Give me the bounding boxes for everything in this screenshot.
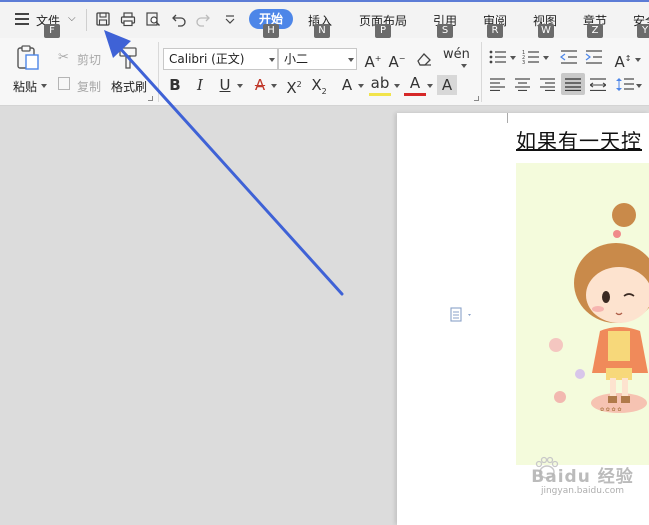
align-right-icon[interactable] bbox=[540, 78, 556, 91]
pinyin-guide-icon[interactable]: wén bbox=[443, 47, 470, 62]
ribbon-separator-2 bbox=[481, 42, 482, 102]
watermark-url: jingyan.baidu.com bbox=[540, 486, 625, 496]
tab-review-key: R bbox=[487, 24, 503, 38]
font-size-select[interactable]: 小二 bbox=[278, 48, 357, 70]
svg-text:✿ ✿ ✿ ✿: ✿ ✿ ✿ ✿ bbox=[600, 407, 622, 413]
clipboard-group-expander[interactable] bbox=[148, 96, 153, 101]
tab-sections-key: Z bbox=[587, 24, 603, 38]
paste-icon[interactable] bbox=[16, 45, 40, 71]
print-icon[interactable] bbox=[120, 11, 136, 27]
margin-corner-mark bbox=[507, 113, 517, 123]
title-accent-line bbox=[0, 0, 649, 2]
paste-options-icon[interactable] bbox=[449, 307, 473, 323]
font-name-select[interactable]: Calibri (正文) bbox=[163, 48, 278, 70]
clear-format-icon[interactable] bbox=[415, 51, 433, 67]
superscript-icon[interactable]: X2 bbox=[283, 74, 305, 97]
strikethrough-dropdown-icon[interactable] bbox=[271, 84, 277, 88]
justify-icon bbox=[565, 78, 581, 91]
paste-dropdown-icon[interactable] bbox=[41, 84, 47, 88]
file-key-badge: F bbox=[44, 24, 60, 38]
hamburger-icon[interactable] bbox=[15, 13, 29, 25]
shrink-font-icon[interactable]: A− bbox=[386, 48, 408, 71]
distributed-align-icon[interactable] bbox=[590, 78, 606, 91]
format-painter-icon[interactable] bbox=[118, 46, 138, 70]
tab-page-layout-key: P bbox=[375, 24, 391, 38]
svg-text:3: 3 bbox=[522, 60, 525, 64]
font-color-dropdown-icon[interactable] bbox=[427, 84, 433, 88]
paste-button[interactable]: 粘贴 bbox=[13, 78, 37, 95]
tab-home-key: H bbox=[263, 24, 279, 38]
undo-icon[interactable] bbox=[171, 11, 187, 27]
underline-icon[interactable]: U bbox=[214, 74, 236, 96]
chevron-down-icon[interactable]: ⌵ bbox=[68, 13, 76, 24]
document-title-text[interactable]: 如果有一天控 bbox=[516, 125, 642, 154]
format-painter-button[interactable]: 格式刷 bbox=[111, 78, 147, 95]
tab-view-key: W bbox=[538, 24, 554, 38]
customize-toolbar-icon[interactable] bbox=[222, 11, 238, 27]
font-size-dropdown-icon[interactable] bbox=[348, 58, 354, 62]
highlight-dropdown-icon[interactable] bbox=[394, 84, 400, 88]
line-spacing-icon[interactable] bbox=[616, 77, 634, 92]
print-preview-icon[interactable] bbox=[145, 11, 161, 27]
align-left-icon[interactable] bbox=[490, 78, 506, 91]
ribbon-separator bbox=[158, 42, 159, 102]
text-effect-icon[interactable]: A bbox=[336, 74, 358, 96]
bullets-icon[interactable] bbox=[489, 50, 507, 64]
text-effect-dropdown-icon[interactable] bbox=[358, 84, 364, 88]
font-color-icon[interactable]: A bbox=[404, 74, 426, 96]
tab-insert-key: N bbox=[314, 24, 330, 38]
font-group-expander[interactable] bbox=[474, 96, 479, 101]
justify-button[interactable] bbox=[561, 73, 585, 95]
strikethrough-icon[interactable]: A bbox=[249, 74, 271, 96]
italic-icon[interactable]: I bbox=[189, 74, 211, 96]
watermark-brand: Baidu 经验 bbox=[531, 467, 634, 487]
tab-security-key: Y bbox=[637, 24, 649, 38]
copy-icon[interactable] bbox=[58, 77, 70, 90]
bold-icon[interactable]: B bbox=[164, 74, 186, 96]
save-icon[interactable] bbox=[95, 11, 111, 27]
char-shading-icon[interactable]: A bbox=[437, 75, 457, 95]
cut-button[interactable]: 剪切 bbox=[77, 51, 101, 68]
scissors-icon[interactable]: ✂ bbox=[58, 50, 69, 65]
align-center-icon[interactable] bbox=[515, 78, 531, 91]
font-name-dropdown-icon[interactable] bbox=[269, 58, 275, 62]
baidu-watermark: Baidu 经验 jingyan.baidu.com bbox=[516, 452, 649, 522]
numbering-icon[interactable]: 1 2 3 bbox=[522, 50, 540, 64]
text-direction-dropdown-icon[interactable] bbox=[635, 58, 641, 62]
text-direction-icon[interactable]: A↕ bbox=[612, 48, 634, 71]
numbering-dropdown-icon[interactable] bbox=[543, 56, 549, 60]
copy-button[interactable]: 复制 bbox=[77, 78, 101, 95]
tab-references-key: S bbox=[437, 24, 453, 38]
highlight-icon[interactable]: ab bbox=[369, 74, 391, 96]
line-spacing-dropdown-icon[interactable] bbox=[636, 84, 642, 88]
ribbon: 粘贴 ✂ 剪切 复制 格式刷 Calibri (正文) 小二 A+ A− wén… bbox=[0, 38, 649, 106]
grow-font-icon[interactable]: A+ bbox=[362, 48, 384, 71]
subscript-icon[interactable]: X2 bbox=[308, 74, 330, 96]
increase-indent-icon[interactable] bbox=[585, 50, 603, 64]
redo-icon[interactable] bbox=[195, 11, 211, 27]
bullets-dropdown-icon[interactable] bbox=[510, 56, 516, 60]
decrease-indent-icon[interactable] bbox=[560, 50, 578, 64]
toolbar-separator bbox=[86, 9, 87, 31]
pinyin-dropdown-icon[interactable] bbox=[461, 64, 467, 68]
menu-bar: 文件 ⌵ F 开始 H 插入 N 页面布局 P 引用 S 审阅 R 视图 W 章… bbox=[0, 0, 649, 38]
underline-dropdown-icon[interactable] bbox=[237, 84, 243, 88]
cartoon-girl-image[interactable]: ✿ ✿ ✿ ✿ bbox=[516, 163, 649, 465]
